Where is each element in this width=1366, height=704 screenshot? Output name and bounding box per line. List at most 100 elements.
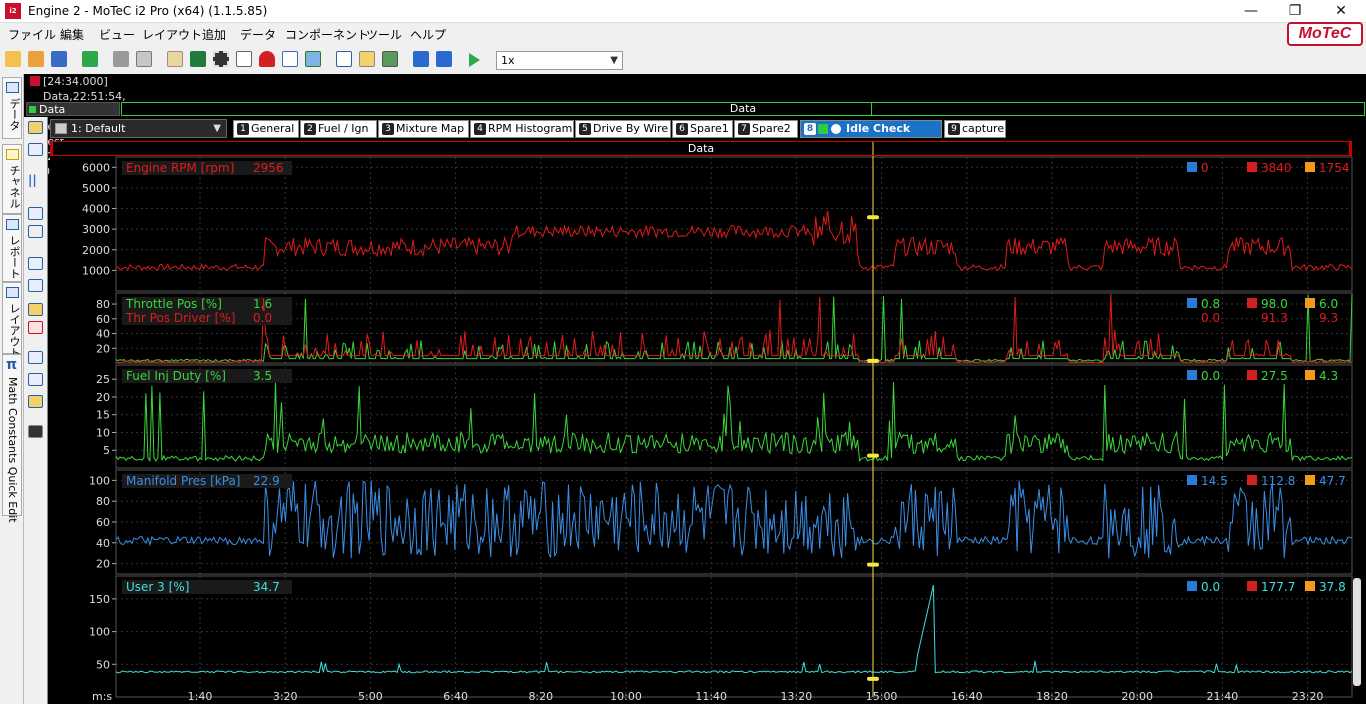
play-icon[interactable] bbox=[469, 53, 480, 67]
tab-number: 5 bbox=[579, 123, 591, 135]
tab-general[interactable]: 1 General bbox=[233, 120, 299, 138]
tab-fuel-ign[interactable]: 2 Fuel / Ign bbox=[300, 120, 377, 138]
report-icon bbox=[6, 219, 19, 230]
min-icon bbox=[1187, 475, 1197, 485]
sidebar-tab-reports[interactable]: レポート bbox=[2, 214, 22, 282]
channel-name: Throttle Pos [%] bbox=[125, 297, 222, 311]
fit-icon[interactable] bbox=[382, 51, 398, 67]
prev-icon[interactable] bbox=[413, 51, 429, 67]
x-tick-label: 20:00 bbox=[1121, 690, 1153, 703]
app-icon: i2 bbox=[5, 3, 21, 19]
toolbar bbox=[0, 48, 1366, 72]
alarm-icon[interactable] bbox=[259, 51, 275, 67]
sidebar-tab-label: データ bbox=[8, 98, 21, 131]
excel-icon[interactable] bbox=[190, 51, 206, 67]
table-icon[interactable] bbox=[236, 51, 252, 67]
cursor-tool-icon[interactable] bbox=[28, 351, 43, 364]
measure-tool-icon[interactable] bbox=[28, 373, 43, 386]
channel-avg: 47.7 bbox=[1319, 474, 1346, 488]
overview-cursor[interactable] bbox=[871, 103, 872, 115]
save-icon[interactable] bbox=[51, 51, 67, 67]
channel-trace bbox=[115, 382, 1353, 463]
tab-number: 3 bbox=[382, 123, 394, 135]
workspace: [24:34.000] Data,22:51:54, 2022/06/29, ,… bbox=[24, 74, 1366, 704]
layout-select[interactable]: 1: Default ▼ bbox=[50, 119, 227, 138]
sidebar-tab-data[interactable]: データ bbox=[2, 77, 22, 139]
channel-name: User 3 [%] bbox=[126, 580, 189, 594]
print-icon[interactable] bbox=[113, 51, 129, 67]
overview-bar-label: Data bbox=[729, 102, 757, 115]
channel-name: Fuel Inj Duty [%] bbox=[126, 369, 226, 383]
menu-add[interactable]: 追加 bbox=[202, 26, 226, 43]
next-icon[interactable] bbox=[436, 51, 452, 67]
menu-data[interactable]: データ bbox=[240, 26, 276, 43]
sidebar-tab-math-constants[interactable]: π Math Constants Quick Edit bbox=[2, 354, 22, 523]
y-tick-label: 40 bbox=[96, 328, 110, 341]
x-axis-unit: m:s bbox=[92, 690, 112, 703]
print-preview-icon[interactable] bbox=[136, 51, 152, 67]
avg-icon bbox=[1305, 162, 1315, 172]
zoom-out-icon[interactable] bbox=[28, 279, 43, 292]
menu-layout[interactable]: レイアウト bbox=[142, 26, 202, 43]
channel-value: 3.5 bbox=[253, 369, 272, 383]
channel-max: 91.3 bbox=[1261, 311, 1288, 325]
graph-pane bbox=[115, 575, 1353, 698]
channel-avg: 9.3 bbox=[1319, 311, 1338, 325]
y-tick-label: 100 bbox=[89, 474, 110, 487]
film-strip-icon[interactable] bbox=[28, 425, 43, 438]
restore-button[interactable]: ❐ bbox=[1272, 0, 1318, 22]
workbook-icon[interactable] bbox=[28, 121, 43, 134]
y-tick-label: 10 bbox=[96, 426, 110, 439]
zoom-reset-icon[interactable] bbox=[28, 321, 43, 334]
close-button[interactable]: ✕ bbox=[1318, 0, 1364, 22]
tab-rpm-histogram[interactable]: 4 RPM Histogram bbox=[470, 120, 574, 138]
menu-file[interactable]: ファイル bbox=[8, 26, 56, 43]
sidebar-tab-label: レイアウト bbox=[8, 303, 21, 358]
time-graph[interactable]: 6000 5000 4000 3000 2000 1000 Engine RPM [rpm]… bbox=[50, 141, 1366, 704]
menu-edit[interactable]: 編集 bbox=[60, 26, 84, 43]
graph-pane bbox=[115, 364, 1353, 469]
pan-icon[interactable] bbox=[28, 225, 43, 238]
menu-components[interactable]: コンポーネント bbox=[285, 26, 369, 43]
open-icon[interactable] bbox=[28, 51, 44, 67]
film-icon[interactable] bbox=[213, 51, 229, 67]
tab-spare1[interactable]: 6 Spare1 bbox=[672, 120, 733, 138]
zoom-fit-icon[interactable] bbox=[28, 257, 43, 270]
channel-avg: 37.8 bbox=[1319, 580, 1346, 594]
vertical-scrollbar[interactable] bbox=[1353, 578, 1361, 686]
channel-max: 177.7 bbox=[1261, 580, 1295, 594]
list-icon[interactable] bbox=[282, 51, 298, 67]
tab-mixture-map[interactable]: 3 Mixture Map bbox=[378, 120, 469, 138]
marker-tool-icon[interactable] bbox=[28, 395, 43, 408]
x-tick-label: 6:40 bbox=[443, 690, 468, 703]
tab-capture[interactable]: 9 capture bbox=[944, 120, 1006, 138]
zoom-in-icon[interactable] bbox=[28, 207, 43, 220]
pause-icon[interactable]: || bbox=[28, 173, 43, 187]
minimize-button[interactable]: — bbox=[1228, 0, 1274, 22]
zoom-time-icon[interactable] bbox=[28, 303, 43, 316]
y-tick-label: 50 bbox=[96, 658, 110, 671]
edit-icon[interactable] bbox=[167, 51, 183, 67]
channel-min: 0.0 bbox=[1201, 580, 1220, 594]
motec-logo: MoTeC bbox=[1287, 22, 1363, 46]
y-tick-label: 25 bbox=[96, 373, 110, 386]
avg-icon bbox=[1305, 475, 1315, 485]
sidebar-tab-channels[interactable]: チャネル bbox=[2, 144, 22, 214]
sidebar-tab-layout[interactable]: レイアウト bbox=[2, 282, 22, 358]
tab-spare2[interactable]: 7 Spare2 bbox=[734, 120, 798, 138]
grid-icon[interactable] bbox=[336, 51, 352, 67]
menu-tools[interactable]: ツール bbox=[366, 26, 402, 43]
tab-idle-check[interactable]: 8 Idle Check bbox=[800, 120, 942, 138]
overview-bar[interactable]: Data bbox=[121, 102, 1365, 116]
menu-view[interactable]: ビュー bbox=[99, 26, 135, 43]
download-icon[interactable] bbox=[82, 51, 98, 67]
check-icon[interactable] bbox=[305, 51, 321, 67]
overlay-icon[interactable] bbox=[359, 51, 375, 67]
overview-legend[interactable]: Data bbox=[26, 102, 120, 116]
playback-speed-select[interactable]: 1x ▼ bbox=[496, 51, 623, 70]
new-icon[interactable] bbox=[5, 51, 21, 67]
worksheet-icon[interactable] bbox=[28, 143, 43, 156]
tab-drive-by-wire[interactable]: 5 Drive By Wire bbox=[575, 120, 671, 138]
graph-canvas[interactable]: 600050004000300020001000Engine RPM [rpm]… bbox=[50, 141, 1366, 704]
menu-help[interactable]: ヘルプ bbox=[410, 26, 446, 43]
